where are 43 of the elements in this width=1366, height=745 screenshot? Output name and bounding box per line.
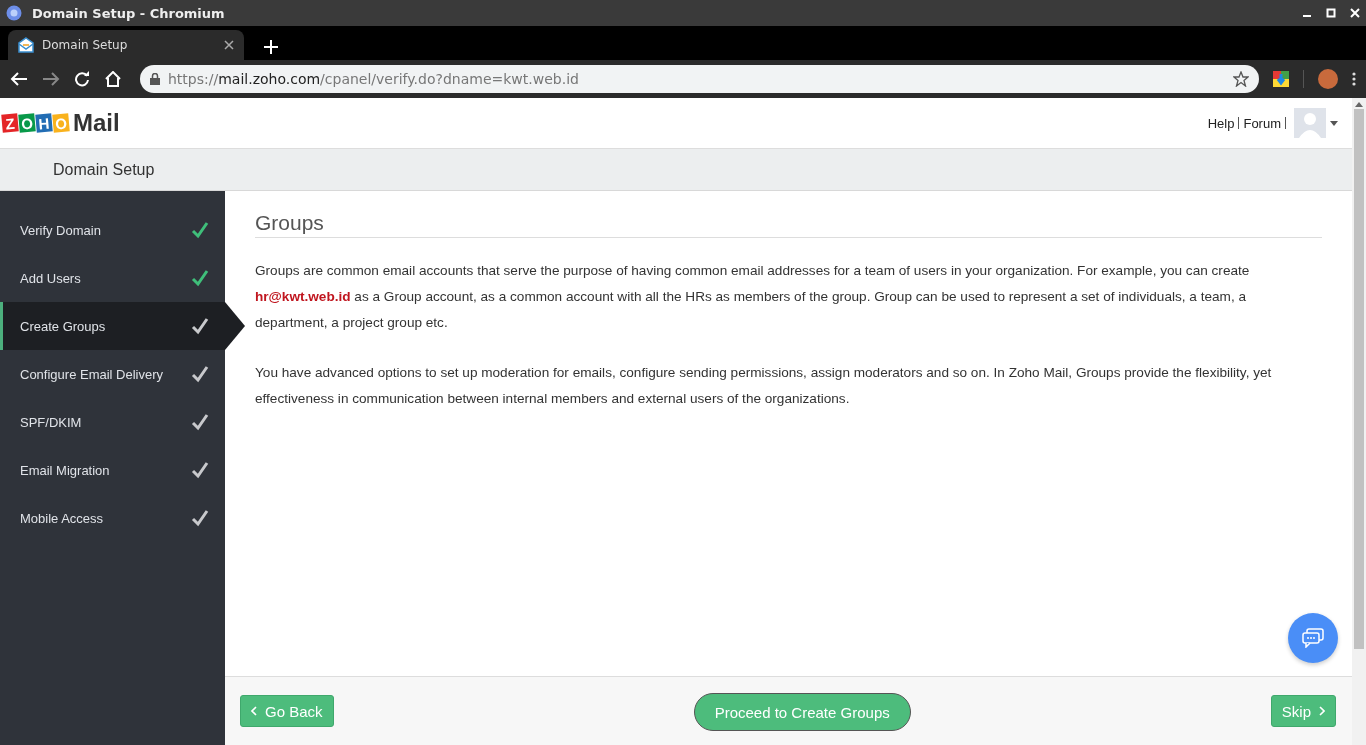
home-icon[interactable] bbox=[104, 71, 122, 87]
logo-text: Mail bbox=[73, 109, 120, 137]
header-link[interactable]: Forum bbox=[1243, 115, 1281, 131]
close-icon[interactable] bbox=[1350, 8, 1360, 18]
browser-tab[interactable]: Domain Setup bbox=[8, 30, 244, 60]
scroll-up-icon[interactable] bbox=[1355, 102, 1363, 107]
forward-icon[interactable] bbox=[42, 71, 60, 87]
caret-icon[interactable] bbox=[1330, 120, 1338, 126]
window-title: Domain Setup - Chromium bbox=[32, 5, 225, 21]
header-link[interactable]: Help bbox=[1207, 115, 1235, 131]
chat-icon bbox=[1302, 628, 1324, 648]
chat-button[interactable] bbox=[1288, 613, 1338, 663]
section-title: Groups bbox=[255, 211, 1322, 238]
extension-icon[interactable] bbox=[1273, 71, 1289, 87]
back-icon[interactable] bbox=[10, 71, 28, 87]
star-icon[interactable] bbox=[1233, 71, 1249, 87]
description: Groups are common email accounts that serve the purpose of having common email addresses for a team of users in your organization. For example, you can create hr@kwt.web.id as a Group account, as a common account with all the HRs as members of the group. Group can be used to represent a set of individuals, a team, a department, a project group etc. bbox=[255, 262, 1251, 332]
logo-letter: O bbox=[52, 113, 70, 133]
pointer-icon bbox=[225, 302, 245, 350]
sidebar-item[interactable]: Verify Domain bbox=[0, 206, 225, 254]
sidebar-item[interactable]: Email Migration bbox=[0, 446, 225, 494]
profile-avatar[interactable] bbox=[1318, 69, 1338, 89]
close-tab-icon[interactable] bbox=[224, 40, 234, 50]
chevron-left-icon bbox=[251, 706, 257, 716]
envelope-icon bbox=[18, 37, 34, 53]
reload-icon[interactable] bbox=[74, 71, 90, 87]
page-title: Domain Setup bbox=[53, 160, 155, 179]
lock-icon bbox=[150, 73, 160, 85]
description: You have advanced options to set up moderation for emails, configure sending permissions, assign moderators and so on. In Zoho Mail, Groups provide the flexibility, yet effectiveness in communication between internal members and external users of the organizations. bbox=[255, 364, 1273, 408]
maximize-icon[interactable] bbox=[1326, 8, 1336, 18]
menu-icon[interactable] bbox=[1352, 71, 1356, 87]
sidebar-item[interactable]: Configure Email Delivery bbox=[0, 350, 225, 398]
sidebar-item[interactable]: Mobile Access bbox=[0, 494, 225, 542]
logo-letter: O bbox=[18, 113, 36, 133]
scrollbar-thumb[interactable] bbox=[1354, 109, 1364, 649]
sidebar-item[interactable]: SPF/DKIM bbox=[0, 398, 225, 446]
chevron-right-icon bbox=[1319, 706, 1325, 716]
sidebar-item[interactable]: Add Users bbox=[0, 254, 225, 302]
address-bar[interactable]: https://mail.zoho.com/cpanel/verify.do?dname=kwt.web.id bbox=[140, 65, 1259, 93]
logo-letter: Z bbox=[1, 113, 19, 133]
new-tab-icon[interactable] bbox=[264, 40, 278, 54]
logo-letter: H bbox=[35, 113, 53, 133]
browser-logo-icon bbox=[6, 5, 22, 21]
